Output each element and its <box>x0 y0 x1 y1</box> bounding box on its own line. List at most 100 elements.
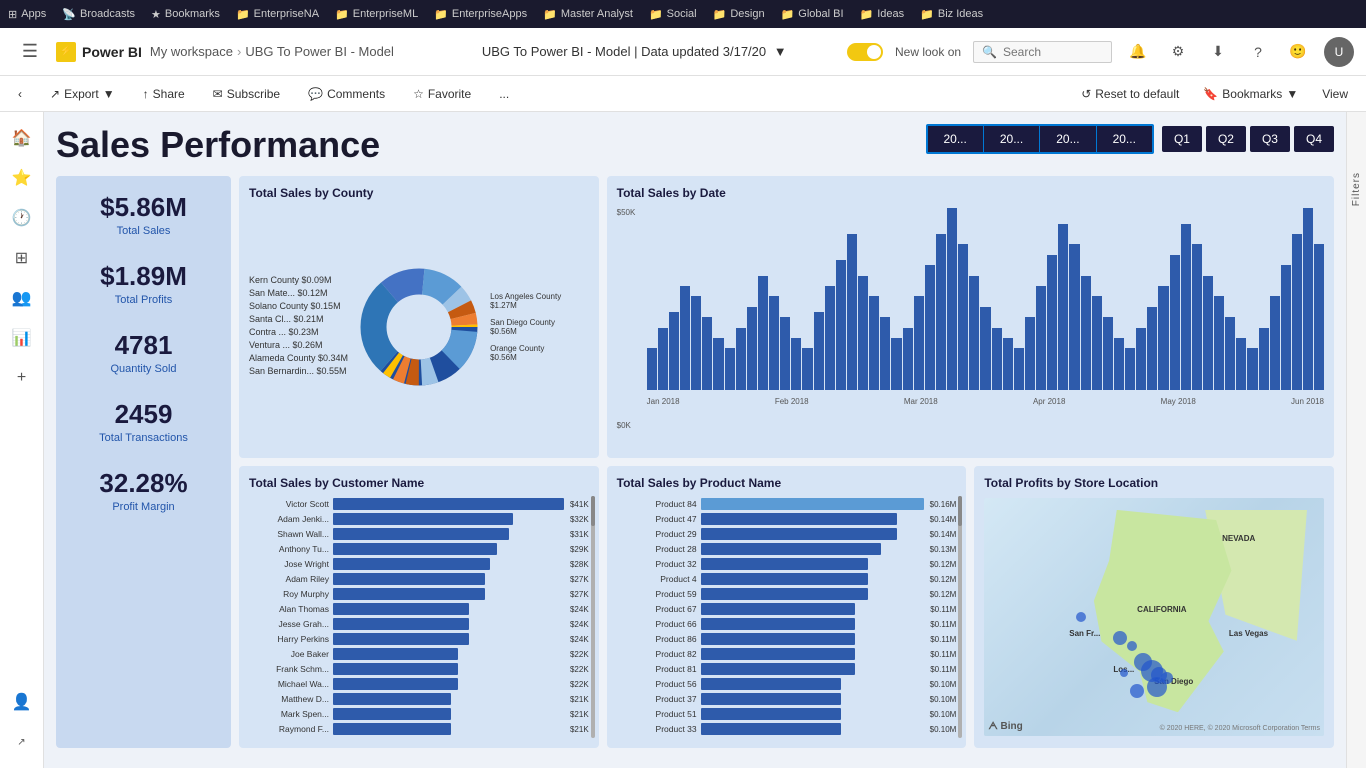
customer-bar-row-13: Matthew D...$21K <box>249 693 589 705</box>
nav-global-bi[interactable]: 📁 Global BI <box>781 8 844 21</box>
product-scrollbar[interactable] <box>958 496 962 738</box>
nav-enterprise-dna[interactable]: 📁 EnterpriseNA <box>236 8 319 21</box>
product-bar-row-3: Product 28$0.13M <box>617 543 957 555</box>
main-area: 🏠 ⭐ 🕐 ⊞ 👥 📊 + 👤 ↗ Sales Performance 20..… <box>0 112 1366 768</box>
product-bar-value-5: $0.12M <box>930 575 957 584</box>
customer-bar-value-15: $21K <box>570 725 589 734</box>
q2-btn[interactable]: Q2 <box>1206 126 1246 152</box>
customer-bar-value-14: $21K <box>570 710 589 719</box>
customer-bar-fill-14 <box>333 708 451 720</box>
date-bar-22 <box>891 338 901 390</box>
county-chart-panel: Total Sales by County Kern County $0.09M… <box>239 176 599 458</box>
product-bar-fill-13 <box>701 693 841 705</box>
customer-scrollbar[interactable] <box>591 496 595 738</box>
date-bar-7 <box>725 348 735 390</box>
user-avatar[interactable]: U <box>1324 37 1354 67</box>
kpi-total-profits-value: $1.89M <box>72 261 215 292</box>
export-icon: ↗ <box>50 87 60 101</box>
customer-bar-fill-2 <box>333 528 509 540</box>
product-bar-row-8: Product 66$0.11M <box>617 618 957 630</box>
collapse-button[interactable]: ‹ <box>12 83 28 105</box>
nav-biz-ideas[interactable]: 📁 Biz Ideas <box>920 8 983 21</box>
subscribe-button[interactable]: ✉ Subscribe <box>207 83 286 105</box>
year-btn-2[interactable]: 20... <box>984 126 1040 152</box>
sidebar-favorites[interactable]: ⭐ <box>4 160 40 196</box>
nav-bookmarks[interactable]: ★ Bookmarks <box>151 8 220 21</box>
settings-button[interactable]: ⚙ <box>1164 38 1192 66</box>
breadcrumb-workspace[interactable]: My workspace <box>150 44 233 59</box>
sidebar-shared[interactable]: 👥 <box>4 280 40 316</box>
reset-button[interactable]: ↺ Reset to default <box>1075 83 1185 105</box>
customer-bar-value-9: $24K <box>570 635 589 644</box>
customer-bar-fill-3 <box>333 543 497 555</box>
sidebar-expand[interactable]: ↗ <box>4 724 40 760</box>
search-input[interactable] <box>1003 45 1103 59</box>
search-box[interactable]: 🔍 <box>973 41 1112 63</box>
nav-master-analyst[interactable]: 📁 Master Analyst <box>543 8 633 21</box>
sidebar-user[interactable]: 👤 <box>4 684 40 720</box>
product-bar-value-10: $0.11M <box>930 650 956 659</box>
page-title: Sales Performance <box>56 124 926 166</box>
bookmarks-button[interactable]: 🔖 Bookmarks ▼ <box>1197 83 1304 105</box>
customer-bar-value-12: $22K <box>570 680 589 689</box>
customer-bar-row-5: Adam Riley$27K <box>249 573 589 585</box>
breadcrumb-model[interactable]: UBG To Power BI - Model <box>245 44 394 59</box>
filters-panel[interactable]: Filters <box>1346 112 1366 768</box>
nav-design[interactable]: 📁 Design <box>713 8 765 21</box>
charts-grid: Total Sales by County Kern County $0.09M… <box>239 176 1334 748</box>
sidebar-home[interactable]: 🏠 <box>4 120 40 156</box>
customer-scroll-thumb[interactable] <box>591 496 595 526</box>
year-btn-3[interactable]: 20... <box>1040 126 1096 152</box>
product-scroll-thumb[interactable] <box>958 496 962 526</box>
q3-btn[interactable]: Q3 <box>1250 126 1290 152</box>
product-bar-row-5: Product 4$0.12M <box>617 573 957 585</box>
product-bar-label-14: Product 51 <box>617 709 697 719</box>
date-bar-19 <box>858 276 868 390</box>
nevada-label: NEVADA <box>1222 534 1255 543</box>
date-bar-3 <box>680 286 690 390</box>
export-button[interactable]: ↗ Export ▼ <box>44 83 121 105</box>
kpi-total-sales-label: Total Sales <box>72 225 215 237</box>
new-look-toggle[interactable] <box>847 43 883 61</box>
hamburger-button[interactable]: ☰ <box>12 34 48 70</box>
year-btn-1[interactable]: 20... <box>928 126 984 152</box>
nav-enterprise-ml[interactable]: 📁 EnterpriseML <box>335 8 418 21</box>
nav-enterprise-apps[interactable]: 📁 EnterpriseApps <box>434 8 527 21</box>
product-chart-title: Total Sales by Product Name <box>617 476 957 490</box>
sidebar-workspaces[interactable]: 📊 <box>4 320 40 356</box>
nav-apps[interactable]: ⊞ Apps <box>8 8 46 21</box>
nav-ideas[interactable]: 📁 Ideas <box>860 8 905 21</box>
download-button[interactable]: ⬇ <box>1204 38 1232 66</box>
customer-bar-label-12: Michael Wa... <box>249 679 329 689</box>
nav-social[interactable]: 📁 Social <box>649 8 697 21</box>
date-bar-45 <box>1147 307 1157 390</box>
sidebar-recent[interactable]: 🕐 <box>4 200 40 236</box>
q1-btn[interactable]: Q1 <box>1162 126 1202 152</box>
emoji-button[interactable]: 🙂 <box>1284 38 1312 66</box>
customer-bar-fill-7 <box>333 603 469 615</box>
kpi-total-transactions: 2459 Total Transactions <box>72 399 215 444</box>
q4-btn[interactable]: Q4 <box>1294 126 1334 152</box>
kpi-transactions-label: Total Transactions <box>72 432 215 444</box>
map-dot-7 <box>1147 677 1167 697</box>
sidebar-create[interactable]: + <box>4 360 40 396</box>
product-bar-fill-12 <box>701 678 841 690</box>
more-button[interactable]: ... <box>493 83 515 105</box>
favorite-button[interactable]: ☆ Favorite <box>407 83 477 105</box>
date-bar-46 <box>1158 286 1168 390</box>
year-filter-group: 20... 20... 20... 20... <box>926 124 1154 154</box>
date-bar-42 <box>1114 338 1124 390</box>
bookmarks-icon: ★ <box>151 8 161 21</box>
nav-broadcasts[interactable]: 📡 Broadcasts <box>62 8 135 21</box>
comments-button[interactable]: 💬 Comments <box>302 83 391 105</box>
year-btn-4[interactable]: 20... <box>1097 126 1152 152</box>
share-button[interactable]: ↑ Share <box>137 83 191 105</box>
view-button[interactable]: View <box>1316 83 1354 105</box>
product-bar-value-3: $0.13M <box>930 545 957 554</box>
help-button[interactable]: ? <box>1244 38 1272 66</box>
product-bar-fill-0 <box>701 498 924 510</box>
notifications-button[interactable]: 🔔 <box>1124 38 1152 66</box>
dropdown-icon[interactable]: ▼ <box>774 44 787 59</box>
customer-bar-label-5: Adam Riley <box>249 574 329 584</box>
sidebar-apps[interactable]: ⊞ <box>4 240 40 276</box>
